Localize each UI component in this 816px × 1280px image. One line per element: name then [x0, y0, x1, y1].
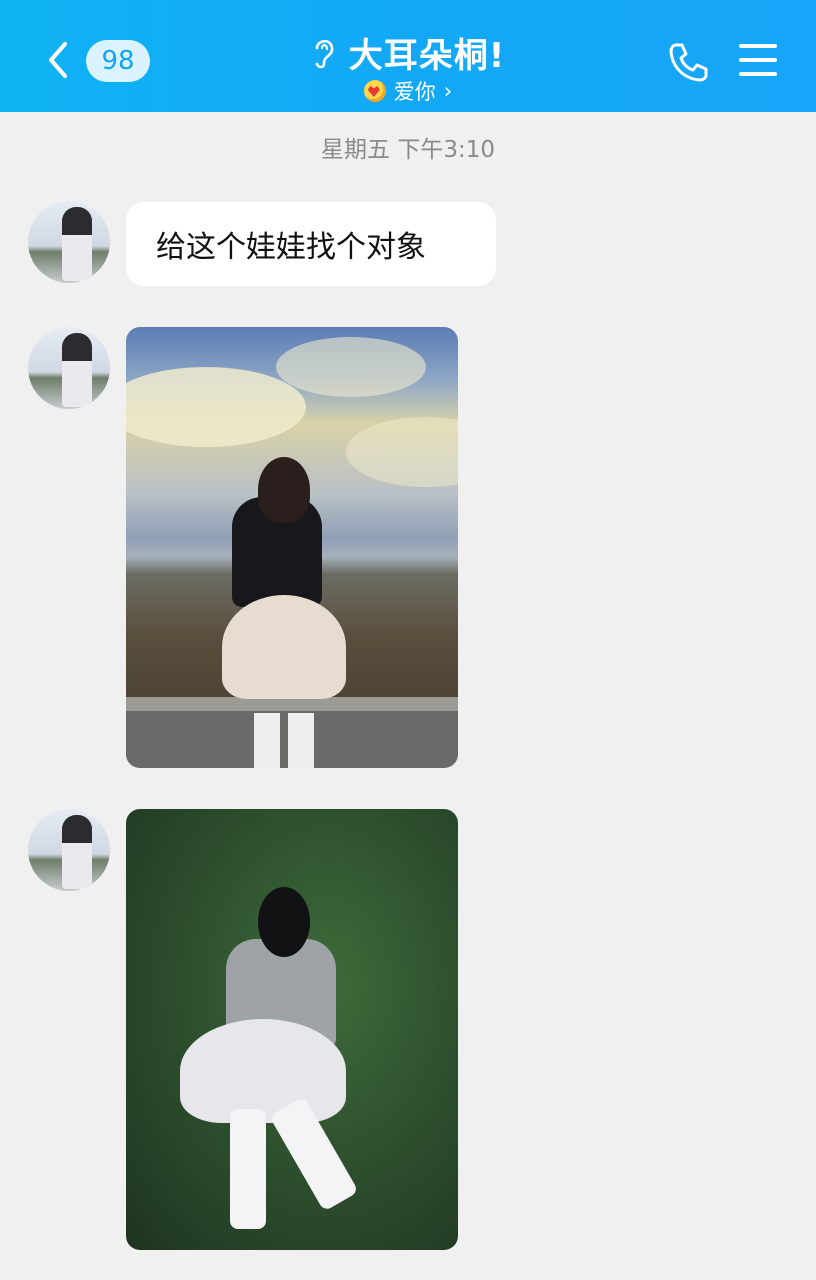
- contact-avatar[interactable]: [28, 201, 110, 283]
- ear-icon: [315, 39, 334, 69]
- status-text: 爱你: [393, 80, 436, 104]
- contact-name: 大耳朵桐!: [348, 35, 506, 76]
- heart-emoji-icon: [363, 80, 386, 102]
- image-message[interactable]: [126, 327, 458, 768]
- phone-icon: [669, 43, 708, 82]
- image-message[interactable]: [126, 809, 458, 1250]
- message-text: 给这个娃娃找个对象: [156, 230, 426, 265]
- status-chevron-icon: ›: [443, 79, 453, 103]
- chat-header: 98 大耳朵桐! 爱你 ›: [0, 0, 816, 112]
- menu-icon: [739, 44, 777, 76]
- menu-button[interactable]: [736, 40, 780, 80]
- call-button[interactable]: [664, 38, 712, 86]
- message-timestamp: 星期五 下午3:10: [321, 137, 495, 163]
- contact-avatar[interactable]: [28, 327, 110, 409]
- contact-avatar[interactable]: [28, 809, 110, 891]
- text-message-bubble[interactable]: 给这个娃娃找个对象: [126, 202, 496, 286]
